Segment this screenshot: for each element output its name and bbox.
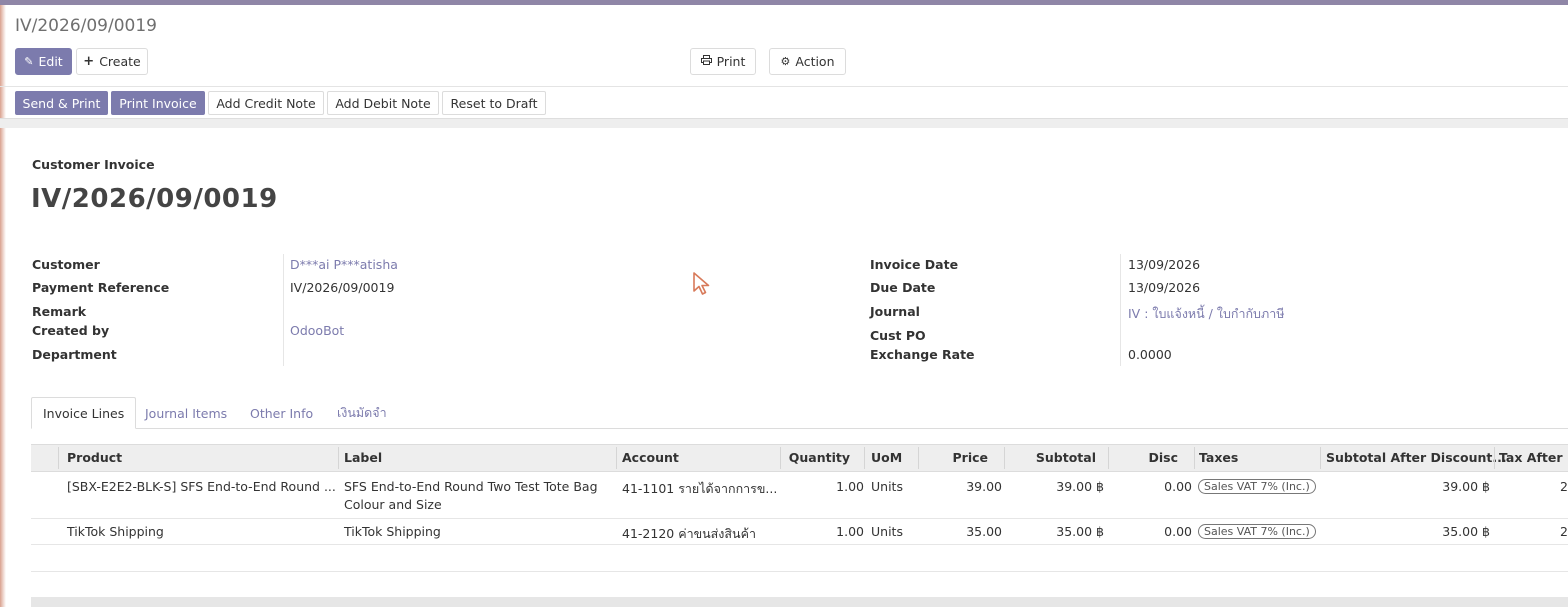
edit-button[interactable]: ✎ Edit	[15, 48, 72, 75]
header-separator	[58, 447, 59, 469]
row-1-tax-after-discount: 2	[1560, 479, 1568, 494]
customer-label: Customer	[32, 257, 100, 272]
printer-icon	[700, 55, 712, 68]
row-1-disc[interactable]: 0.00	[1120, 479, 1192, 494]
row-2-tax-tag[interactable]: Sales VAT 7% (Inc.)	[1198, 524, 1316, 539]
mouse-cursor-icon	[692, 271, 712, 300]
header-separator	[780, 447, 781, 469]
row-2-disc[interactable]: 0.00	[1120, 524, 1192, 539]
column-price[interactable]: Price	[930, 450, 989, 465]
row-1-subtotal-after-discount: 39.00 ฿	[1442, 479, 1490, 494]
column-subtotal[interactable]: Subtotal	[1010, 450, 1096, 465]
table-footer-bar	[31, 597, 1568, 607]
remark-label: Remark	[32, 304, 87, 319]
tab-journal-items[interactable]: Journal Items	[134, 397, 238, 429]
row-divider	[31, 518, 1568, 519]
column-taxes[interactable]: Taxes	[1199, 450, 1238, 465]
action-label: Action	[795, 54, 835, 69]
header-separator	[1494, 447, 1495, 469]
column-uom[interactable]: UoM	[871, 450, 902, 465]
row-2-subtotal: 35.00 ฿	[1056, 524, 1104, 539]
journal-link[interactable]: IV : ใบแจ้งหนี้ / ใบกำกับภาษี	[1128, 304, 1285, 324]
column-tax-after-discount[interactable]: Tax After D	[1499, 450, 1568, 465]
header-separator	[1320, 447, 1321, 469]
row-divider	[31, 571, 1568, 572]
tab-invoice-lines[interactable]: Invoice Lines	[31, 397, 137, 429]
due-date-label: Due Date	[870, 280, 936, 295]
document-type-label: Customer Invoice	[32, 157, 155, 172]
column-disc[interactable]: Disc	[1120, 450, 1178, 465]
row-1-quantity[interactable]: 1.00	[800, 479, 864, 494]
header-separator	[864, 447, 865, 469]
journal-label: Journal	[870, 304, 920, 319]
row-1-label-line2[interactable]: Colour and Size	[344, 497, 442, 512]
created-by-link[interactable]: OdooBot	[290, 323, 344, 338]
header-separator	[1194, 447, 1195, 469]
exchange-rate-label: Exchange Rate	[870, 347, 975, 362]
header-separator	[1004, 447, 1005, 469]
column-quantity[interactable]: Quantity	[782, 450, 850, 465]
send-print-button[interactable]: Send & Print	[15, 91, 108, 115]
exchange-rate-value: 0.0000	[1128, 347, 1172, 362]
top-navbar-strip	[0, 0, 1568, 5]
breadcrumb[interactable]: IV/2026/09/0019	[15, 16, 157, 36]
invoice-date-value: 13/09/2026	[1128, 257, 1201, 272]
column-account[interactable]: Account	[622, 450, 679, 465]
action-dropdown-button[interactable]: ⚙ Action	[769, 48, 846, 75]
header-separator	[338, 447, 339, 469]
payment-reference-label: Payment Reference	[32, 280, 170, 295]
column-label[interactable]: Label	[344, 450, 382, 465]
row-2-account[interactable]: 41-2120 ค่าขนส่งสินค้า	[622, 524, 756, 544]
row-2-price[interactable]: 35.00	[930, 524, 1002, 539]
row-2-quantity[interactable]: 1.00	[800, 524, 864, 539]
left-edge-shadow	[0, 0, 6, 607]
print-dropdown-button[interactable]: Print	[690, 48, 756, 75]
row-1-account[interactable]: 41-1101 รายได้จากการข...	[622, 479, 777, 499]
gear-icon: ⚙	[780, 55, 791, 68]
header-separator	[1108, 447, 1109, 469]
print-label: Print	[716, 54, 746, 69]
reset-to-draft-button[interactable]: Reset to Draft	[442, 91, 546, 115]
row-1-price[interactable]: 39.00	[930, 479, 1002, 494]
created-by-label: Created by	[32, 323, 110, 338]
row-1-label[interactable]: SFS End-to-End Round Two Test Tote Bag	[344, 479, 598, 494]
department-label: Department	[32, 347, 117, 362]
column-subtotal-after-discount[interactable]: Subtotal After Discount...	[1326, 450, 1507, 465]
add-debit-note-button[interactable]: Add Debit Note	[327, 91, 439, 115]
row-2-subtotal-after-discount: 35.00 ฿	[1442, 524, 1490, 539]
create-label: Create	[99, 54, 141, 69]
due-date-value: 13/09/2026	[1128, 280, 1201, 295]
control-panel-divider	[0, 86, 1568, 87]
tab-deposit[interactable]: เงินมัดจำ	[326, 397, 398, 429]
edit-label: Edit	[38, 54, 63, 69]
row-2-uom[interactable]: Units	[871, 524, 903, 539]
add-credit-note-button[interactable]: Add Credit Note	[208, 91, 324, 115]
column-product[interactable]: Product	[67, 450, 122, 465]
print-invoice-button[interactable]: Print Invoice	[111, 91, 205, 115]
row-1-subtotal: 39.00 ฿	[1056, 479, 1104, 494]
row-1-uom[interactable]: Units	[871, 479, 903, 494]
tab-other-info[interactable]: Other Info	[239, 397, 324, 429]
create-button[interactable]: + Create	[76, 48, 148, 75]
row-2-tax-after-discount: 2	[1560, 524, 1568, 539]
right-group-separator	[1120, 254, 1121, 366]
header-separator	[918, 447, 919, 469]
pencil-icon: ✎	[24, 55, 34, 68]
invoice-title: IV/2026/09/0019	[31, 184, 278, 214]
invoice-date-label: Invoice Date	[870, 257, 959, 272]
plus-icon: +	[83, 54, 95, 69]
header-separator	[616, 447, 617, 469]
row-2-label[interactable]: TikTok Shipping	[344, 524, 441, 539]
form-background-band	[0, 118, 1568, 128]
row-2-product[interactable]: TikTok Shipping	[67, 524, 164, 539]
row-1-tax-tag[interactable]: Sales VAT 7% (Inc.)	[1198, 479, 1316, 494]
customer-link[interactable]: D***ai P***atisha	[290, 257, 398, 272]
row-1-product[interactable]: [SBX-E2E2-BLK-S] SFS End-to-End Round ..…	[67, 479, 336, 494]
row-divider	[31, 544, 1568, 545]
left-group-separator	[283, 254, 284, 366]
cust-po-label: Cust PO	[870, 328, 926, 343]
payment-reference-value: IV/2026/09/0019	[290, 280, 395, 295]
